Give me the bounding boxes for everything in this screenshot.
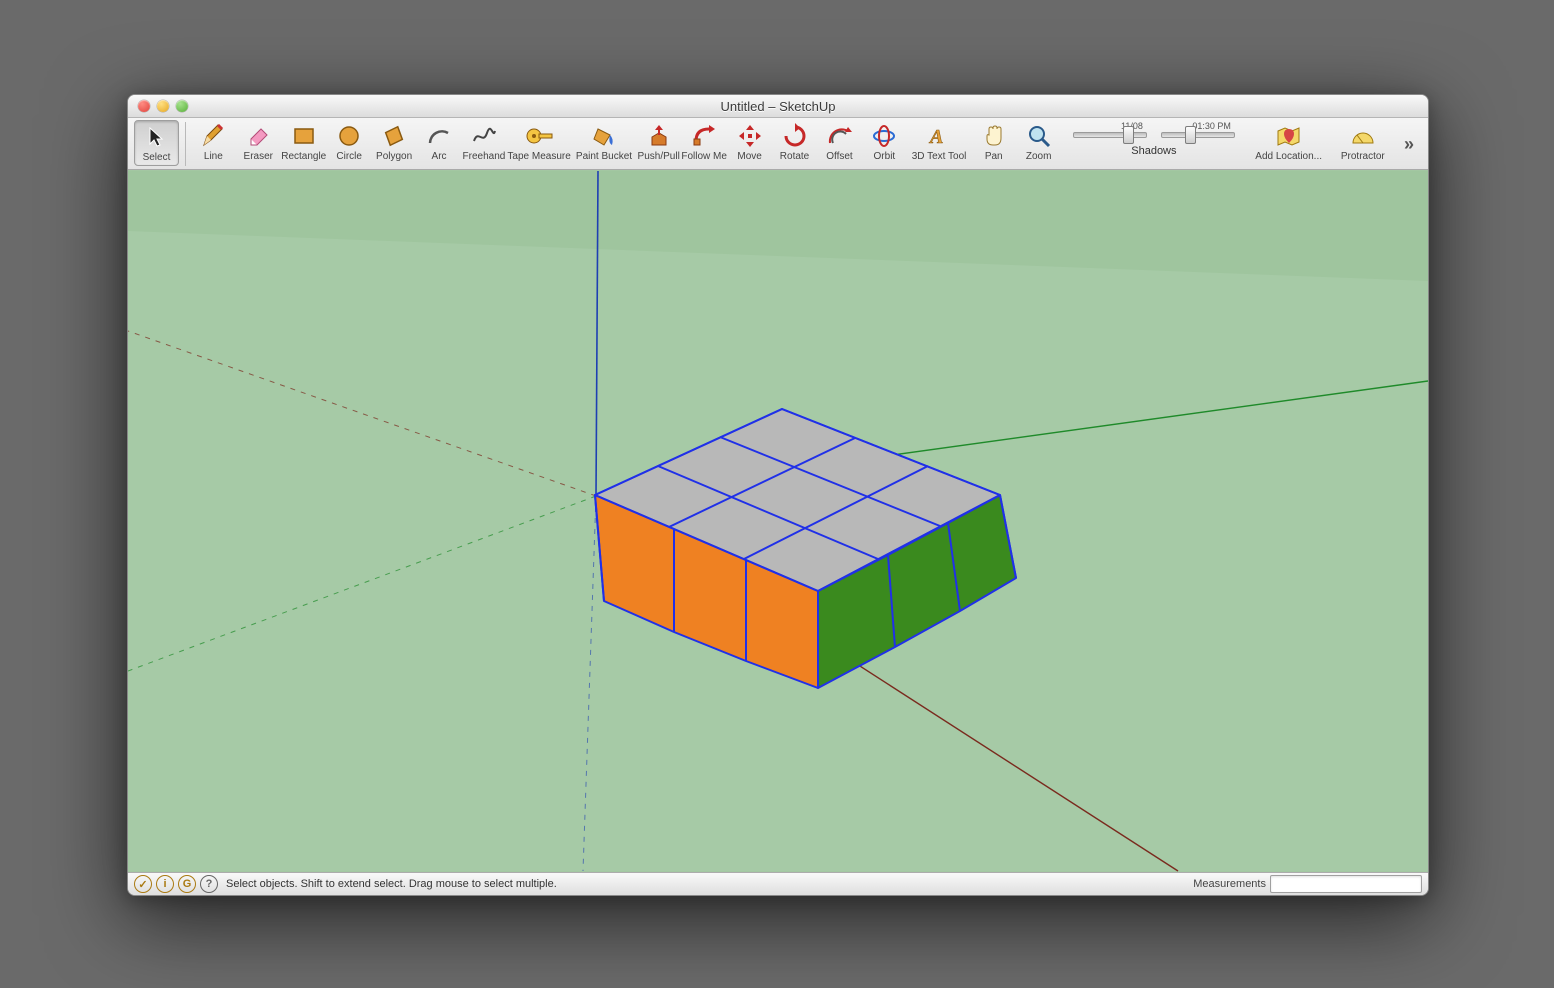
tool-line[interactable]: Line [192,120,235,164]
scene-svg [128,170,1428,872]
tool-3d-text[interactable]: A 3D Text Tool [908,120,970,164]
rotate-icon [781,122,809,150]
toolbar-overflow[interactable]: » [1396,134,1422,155]
tool-zoom[interactable]: Zoom [1017,120,1060,164]
window-title: Untitled – SketchUp [128,99,1428,114]
circle-icon [335,122,363,150]
3d-text-icon: A [925,122,953,150]
offset-icon [825,122,853,150]
tool-freehand[interactable]: Freehand [463,120,506,164]
polygon-icon [380,122,408,150]
cursor-icon [142,123,170,151]
tool-select[interactable]: Select [134,120,179,166]
tool-pan[interactable]: Pan [972,120,1015,164]
push-pull-icon [645,122,673,150]
pencil-icon [199,122,227,150]
shadows-control: 11/08 01:30 PM Shadows [1062,120,1246,159]
tool-add-location[interactable]: Add Location... [1248,120,1330,164]
status-icon-geo[interactable]: G [178,875,196,893]
tool-rectangle[interactable]: Rectangle [282,120,326,164]
shadow-time-slider[interactable]: 01:30 PM [1161,122,1235,144]
app-window: Untitled – SketchUp Select Line Eraser R… [127,94,1429,896]
move-icon [736,122,764,150]
eraser-icon [244,122,272,150]
tool-push-pull[interactable]: Push/Pull [637,120,680,164]
tool-rotate[interactable]: Rotate [773,120,816,164]
follow-me-icon [690,122,718,150]
window-controls [128,100,188,112]
tool-move[interactable]: Move [728,120,771,164]
pan-icon [980,122,1008,150]
tool-arc[interactable]: Arc [418,120,461,164]
svg-text:A: A [928,126,943,148]
map-pin-icon [1275,122,1303,150]
tool-circle[interactable]: Circle [328,120,371,164]
tool-orbit[interactable]: Orbit [863,120,906,164]
tool-tape-measure[interactable]: Tape Measure [507,120,570,164]
zoom-button[interactable] [176,100,188,112]
tool-eraser[interactable]: Eraser [237,120,280,164]
3d-viewport[interactable] [128,170,1428,872]
minimize-button[interactable] [157,100,169,112]
measurements-label: Measurements [1193,878,1266,890]
tool-paint-bucket[interactable]: Paint Bucket [573,120,635,164]
status-icon-info[interactable]: i [156,875,174,893]
rectangle-icon [290,122,318,150]
tape-measure-icon [525,122,553,150]
toolbar: Select Line Eraser Rectangle Circle [128,118,1428,170]
measurements-input[interactable] [1270,875,1422,893]
titlebar: Untitled – SketchUp [128,95,1428,118]
tool-polygon[interactable]: Polygon [373,120,416,164]
close-button[interactable] [138,100,150,112]
status-hint: Select objects. Shift to extend select. … [226,878,557,890]
zoom-icon [1025,122,1053,150]
arc-icon [425,122,453,150]
tool-offset[interactable]: Offset [818,120,861,164]
status-icon-help[interactable]: ? [200,875,218,893]
status-icon-person[interactable]: ✓ [134,875,152,893]
protractor-icon [1349,122,1377,150]
statusbar: ✓ i G ? Select objects. Shift to extend … [128,872,1428,895]
tool-protractor[interactable]: Protractor [1332,120,1394,164]
freehand-icon [470,122,498,150]
shadow-date-slider[interactable]: 11/08 [1073,122,1147,144]
paint-bucket-icon [590,122,618,150]
tool-follow-me[interactable]: Follow Me [682,120,726,164]
orbit-icon [870,122,898,150]
